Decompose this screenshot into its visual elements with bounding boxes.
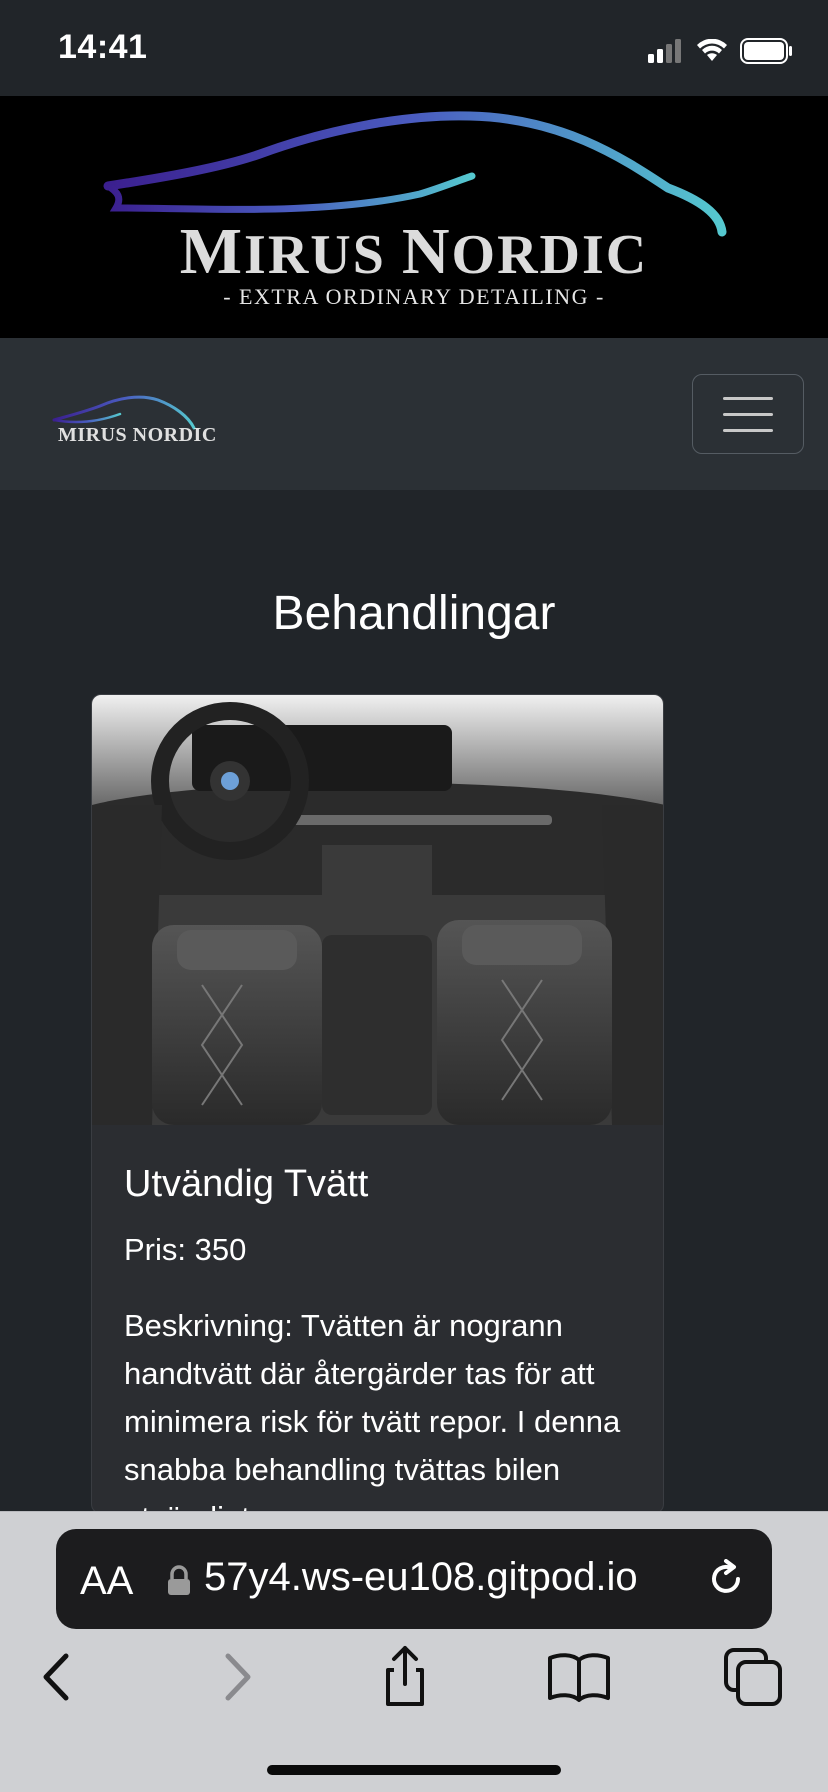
status-time: 14:41 [58, 28, 148, 66]
hamburger-icon-line-3 [723, 429, 773, 432]
treatment-card: Utvändig Tvätt Pris: 350 Beskrivning: Tv… [91, 694, 664, 1514]
hamburger-icon-line-1 [723, 397, 773, 400]
reload-icon[interactable] [706, 1559, 746, 1599]
forward-icon[interactable] [200, 1642, 270, 1712]
address-bar[interactable]: AA 57y4.ws-eu108.gitpod.io [56, 1529, 772, 1629]
hero-banner: MIRUS NORDIC - EXTRA ORDINARY DETAILING … [0, 96, 828, 338]
bookmarks-icon[interactable] [544, 1642, 614, 1712]
reader-aa-button[interactable]: AA [80, 1559, 133, 1604]
card-description: Beskrivning: Tvätten är nogrann handtvät… [124, 1308, 621, 1513]
navbar: MIRUS NORDIC [0, 338, 828, 490]
hero-tagline: - EXTRA ORDINARY DETAILING - [223, 284, 605, 309]
hero-brand-title: MIRUS NORDIC [179, 215, 649, 288]
cellular-signal-icon [648, 39, 681, 63]
lock-icon [168, 1565, 190, 1595]
card-title: Utvändig Tvätt [124, 1163, 369, 1205]
card-price: Pris: 350 [124, 1232, 247, 1267]
share-icon[interactable] [370, 1642, 440, 1712]
wifi-icon [697, 39, 727, 61]
page: 14:41 MIRUS NORDIC - EXTRA ORDINARY DETA… [0, 0, 828, 1792]
status-icons [648, 34, 794, 68]
url-text: 57y4.ws-eu108.gitpod.io [204, 1555, 638, 1599]
browser-bottom-chrome: AA 57y4.ws-eu108.gitpod.io [0, 1511, 828, 1792]
home-indicator [267, 1765, 561, 1775]
status-bar: 14:41 [0, 0, 828, 96]
hamburger-icon-line-2 [723, 413, 773, 416]
battery-icon [740, 38, 792, 64]
tabs-icon[interactable] [718, 1642, 788, 1712]
navbar-toggler-button[interactable] [692, 374, 804, 454]
card-body: Utvändig Tvätt Pris: 350 Beskrivning: Tv… [92, 1125, 663, 1513]
navbar-logo-text: MIRUS NORDIC [58, 424, 217, 446]
back-icon[interactable] [24, 1642, 94, 1712]
section-title: Behandlingar [272, 587, 556, 640]
card-image-car-interior [92, 695, 663, 1125]
